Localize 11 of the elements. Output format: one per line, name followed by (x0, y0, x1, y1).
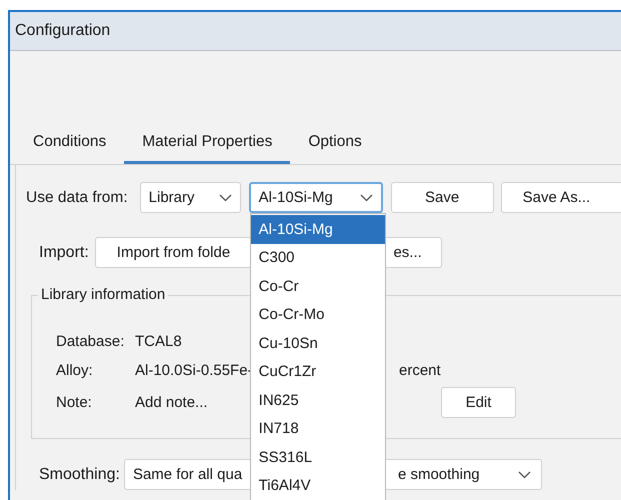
info-label: Note: (56, 394, 93, 411)
info-value: ercent (399, 362, 441, 379)
window-title: Configuration (15, 22, 110, 40)
group-title: Library information (38, 286, 168, 303)
info-value: TCAL8 (135, 332, 182, 350)
field-label: Smoothing: (39, 466, 120, 484)
info-value: Add note... (135, 394, 208, 411)
field-label: Use data from: (26, 188, 128, 206)
field-label: Import: (39, 244, 89, 262)
info-label: Alloy: (56, 362, 94, 379)
info-label: Database: (56, 332, 126, 350)
